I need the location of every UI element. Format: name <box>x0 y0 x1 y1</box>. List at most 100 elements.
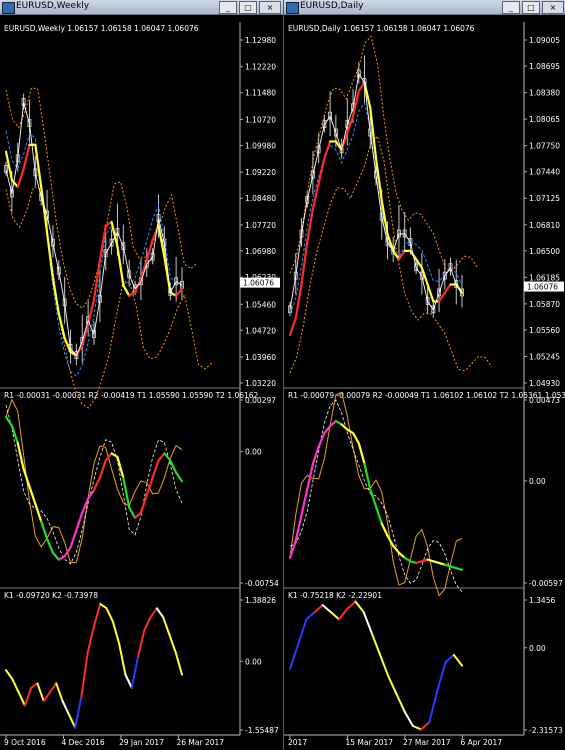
oscillator-main-segment <box>133 511 143 519</box>
x-axis-label: 27 Mar 2017 <box>403 738 451 747</box>
momentum-segment <box>362 611 373 635</box>
price-axis-label: 1.05245 <box>529 352 560 361</box>
momentum-segment <box>387 675 398 695</box>
oscillator-main-segment <box>116 455 125 479</box>
trend-line-segment <box>288 317 297 337</box>
momentum-segment <box>346 600 357 610</box>
price-axis-label: 1.06810 <box>529 221 560 230</box>
trend-line-segment <box>122 284 131 297</box>
daily-chart-canvas[interactable]: EURUSD,Daily 1.06157 1.06158 1.06047 1.0… <box>284 0 565 750</box>
oscillator-main-segment <box>63 546 72 558</box>
momentum-segment <box>452 653 463 667</box>
momentum-segment <box>137 629 146 658</box>
oscillator-axis-label: 0.00297 <box>245 396 276 405</box>
momentum-segment <box>17 691 26 707</box>
momentum-segment <box>155 607 165 619</box>
price-axis-label: 1.08695 <box>529 62 560 71</box>
price-axis-label: 1.08480 <box>245 194 276 203</box>
momentum-axis-label: 0.00 <box>245 657 262 666</box>
price-axis-label: 1.06500 <box>529 247 560 256</box>
oscillator-axis-label: -0.00754 <box>245 579 279 588</box>
price-axis-label: 1.05870 <box>529 300 560 309</box>
trend-line-segment <box>426 283 435 303</box>
oscillator-axis-label: 0.00473 <box>529 396 560 405</box>
price-axis-label: 1.05460 <box>245 300 276 309</box>
momentum-segment <box>379 653 390 678</box>
momentum-segment <box>23 686 33 707</box>
momentum-segment <box>420 721 431 731</box>
x-axis-label: 29 Jan 2017 <box>119 738 164 747</box>
price-axis-label: 1.07125 <box>529 194 560 203</box>
price-axis-label: 1.07440 <box>529 168 560 177</box>
oscillator-main-segment <box>51 551 60 561</box>
oscillator-main-segment <box>28 485 37 506</box>
momentum-segment <box>42 691 51 703</box>
weekly-chart-window[interactable]: EURUSD,Weekly _ □ × EURUSD,Weekly 1.0615… <box>0 0 283 750</box>
oscillator-axis-label: -0.00597 <box>529 579 563 588</box>
current-price-label: 1.06076 <box>243 279 274 288</box>
oscillator-header: R1 -0.00031 -0.00031 R2 -0.00419 T1 1.05… <box>4 391 259 400</box>
price-axis-label: 1.06185 <box>529 273 560 282</box>
price-axis-label: 1.12980 <box>245 36 276 45</box>
price-axis-label: 1.09005 <box>529 36 560 45</box>
momentum-segment <box>49 682 58 694</box>
oscillator-main-segment <box>351 431 360 445</box>
momentum-header: K1 -0.75218 K2 -2.22901 <box>288 591 382 600</box>
price-axis-label: 1.04720 <box>245 326 276 335</box>
momentum-segment <box>55 682 64 703</box>
oscillator-main-segment <box>169 459 178 474</box>
oscillator-main-segment <box>45 537 55 554</box>
trend-line-segment <box>116 245 125 287</box>
daily-chart-window[interactable]: EURUSD,Daily _ □ × EURUSD,Daily 1.06157 … <box>283 0 565 750</box>
oscillator-fast-line <box>5 398 183 564</box>
price-axis-label: 1.08380 <box>529 89 560 98</box>
price-axis-label: 1.03220 <box>245 379 276 388</box>
trend-line-segment <box>139 259 148 280</box>
price-axis-label: 1.10720 <box>245 115 276 124</box>
momentum-segment <box>329 611 341 621</box>
oscillator-axis-label: 0.00 <box>245 448 262 457</box>
momentum-segment <box>118 642 127 676</box>
trend-line-segment <box>437 291 446 303</box>
momentum-segment <box>111 620 121 645</box>
momentum-segment <box>354 600 365 614</box>
oscillator-signal-line <box>5 404 183 565</box>
mid-band <box>289 101 463 315</box>
trend-line-segment <box>145 238 154 262</box>
trend-line-segment <box>57 312 66 340</box>
momentum-segment <box>86 624 95 654</box>
oscillator-main-segment <box>340 423 349 431</box>
oscillator-main-segment <box>455 567 464 571</box>
oscillator-main-segment <box>69 528 78 549</box>
oscillator-main-segment <box>98 459 107 479</box>
momentum-axis-label: -1.55487 <box>245 726 279 735</box>
momentum-segment <box>30 682 39 689</box>
momentum-segment <box>297 618 308 646</box>
price-axis-label: 1.12220 <box>245 63 276 72</box>
oscillator-main-segment <box>317 431 326 448</box>
momentum-segment <box>11 677 20 694</box>
trend-line-segment <box>397 249 406 261</box>
momentum-segment <box>444 653 455 663</box>
momentum-segment <box>395 692 406 713</box>
trend-line-segment <box>346 115 355 135</box>
momentum-segment <box>313 604 324 614</box>
smooth-dashed-line <box>289 81 463 336</box>
price-axis-label: 1.05560 <box>529 326 560 335</box>
momentum-axis-label: 1.38826 <box>245 596 276 605</box>
momentum-segment <box>5 669 14 680</box>
price-axis-label: 1.04930 <box>529 379 560 388</box>
momentum-axis-label: 0.00 <box>529 644 546 653</box>
oscillator-main-segment <box>294 514 303 542</box>
oscillator-main-segment <box>380 522 389 537</box>
oscillator-main-segment <box>397 551 406 559</box>
momentum-segment <box>403 710 414 727</box>
oscillator-main-segment <box>139 494 148 514</box>
weekly-chart-canvas[interactable]: EURUSD,Weekly 1.06157 1.06158 1.06047 1.… <box>0 0 283 750</box>
momentum-segment <box>105 607 114 623</box>
oscillator-main-segment <box>363 462 372 491</box>
oscillator-main-segment <box>374 505 383 525</box>
x-axis-label: 6 Apr 2017 <box>461 738 503 747</box>
momentum-segment <box>289 643 300 671</box>
price-axis-label: 1.08065 <box>529 115 560 124</box>
